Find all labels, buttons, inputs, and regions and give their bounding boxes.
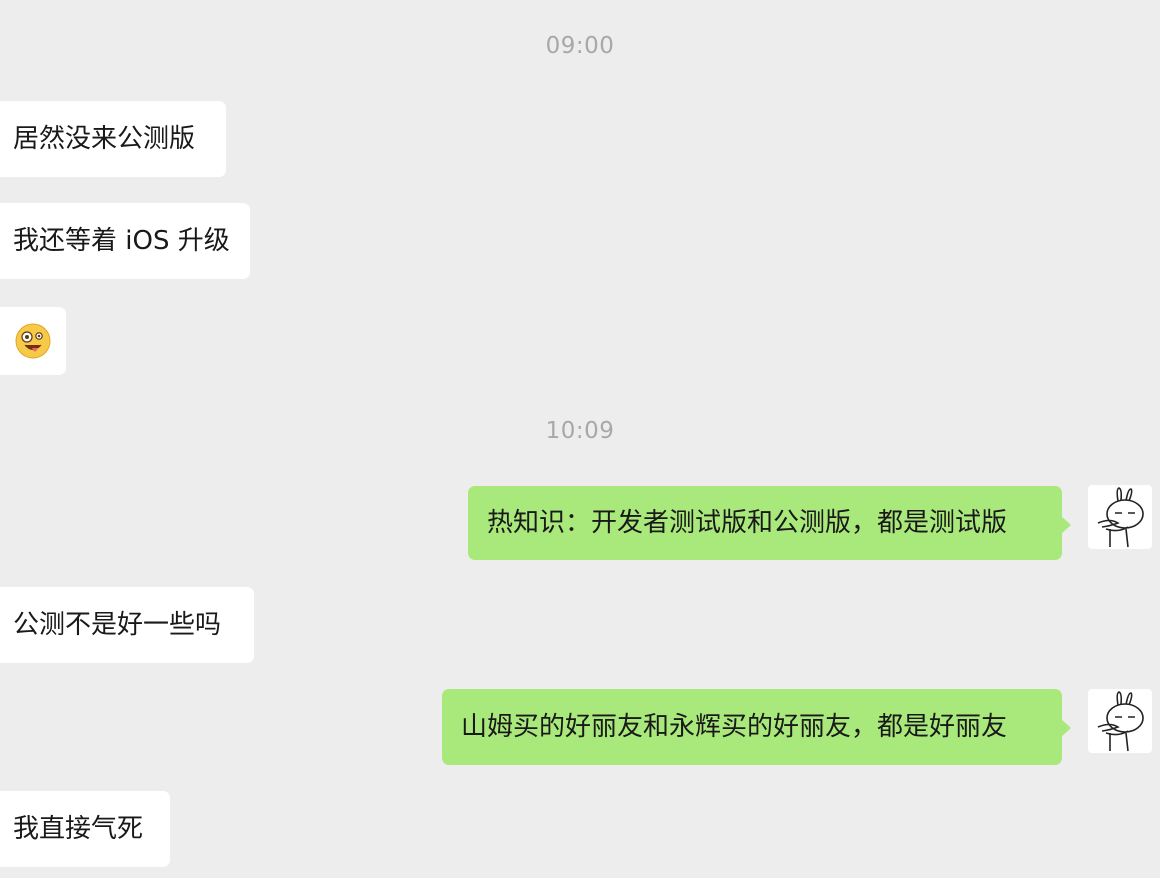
zany-face-icon xyxy=(15,323,51,359)
rabbit-avatar-icon xyxy=(1097,487,1144,548)
chat-window: 09:00 居然没来公测版 我还等着 iOS 升级 10:09 热知识：开发者测… xyxy=(0,0,1160,878)
incoming-message-bubble[interactable]: 我直接气死 xyxy=(0,791,170,867)
incoming-message-bubble[interactable]: 我还等着 iOS 升级 xyxy=(0,203,250,279)
outgoing-message-bubble[interactable]: 山姆买的好丽友和永辉买的好丽友，都是好丽友 xyxy=(442,689,1071,765)
rabbit-avatar-icon xyxy=(1097,691,1144,752)
timestamp: 09:00 xyxy=(545,33,615,59)
outgoing-message-bubble[interactable]: 热知识：开发者测试版和公测版，都是测试版 xyxy=(468,486,1071,560)
incoming-message-bubble[interactable]: 公测不是好一些吗 xyxy=(0,587,254,663)
avatar[interactable] xyxy=(1088,689,1152,753)
avatar[interactable] xyxy=(1088,485,1152,549)
incoming-emoji-bubble[interactable] xyxy=(0,307,66,375)
incoming-message-bubble[interactable]: 居然没来公测版 xyxy=(0,101,226,177)
timestamp: 10:09 xyxy=(545,418,615,444)
